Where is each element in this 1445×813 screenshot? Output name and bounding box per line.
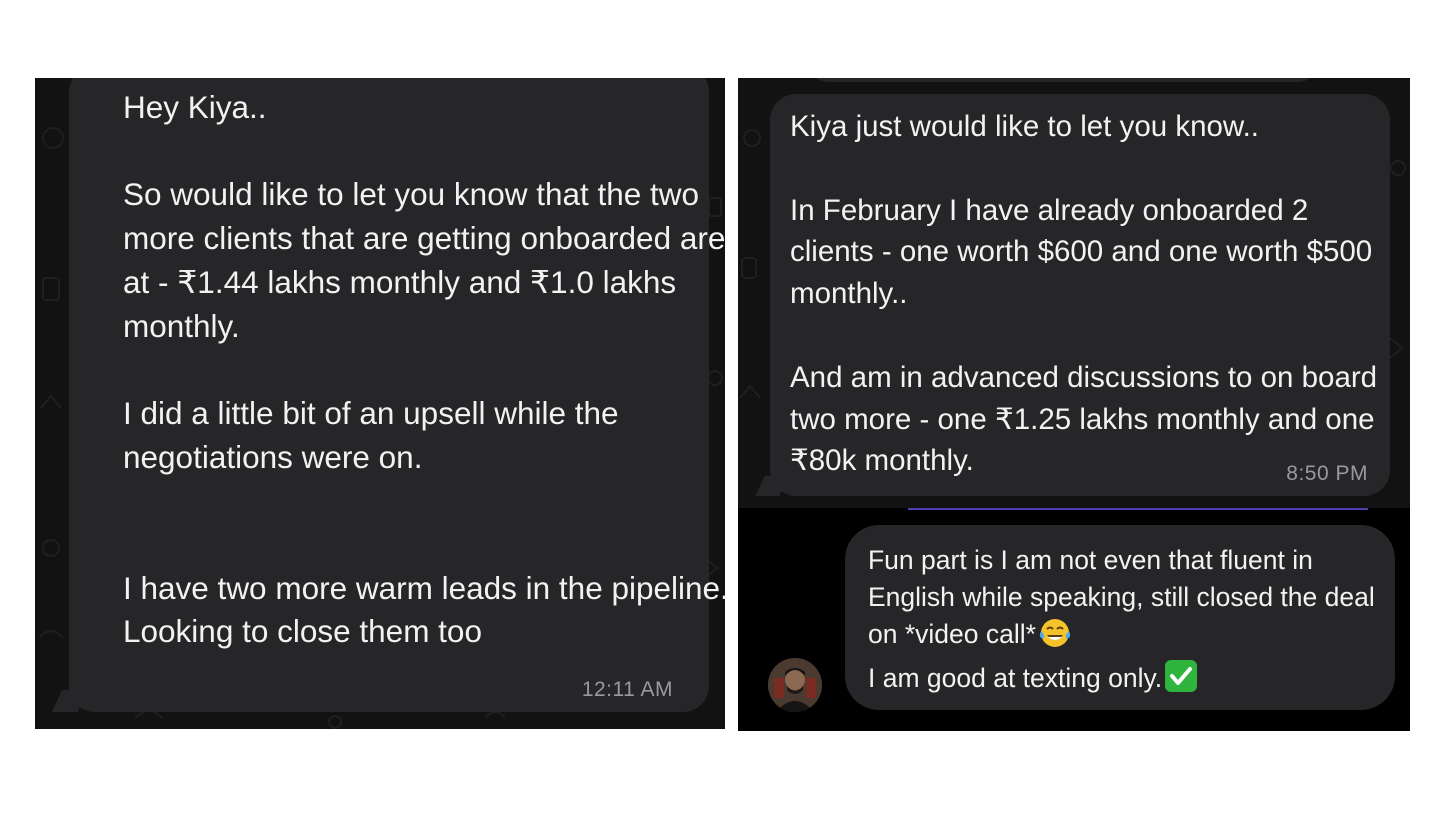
chat-panel-right-top: Kiya just would like to let you know.. I…: [738, 78, 1410, 508]
message-timestamp: 12:11 AM: [581, 678, 673, 701]
message-text: Hey Kiya.. So would like to let you know…: [123, 89, 725, 650]
message-text: Fun part is I am not even that fluent in…: [868, 542, 1383, 703]
avatar[interactable]: [768, 658, 822, 712]
message-text: Kiya just would like to let you know.. I…: [790, 110, 1378, 478]
received-message-bubble[interactable]: Kiya just would like to let you know.. I…: [755, 94, 1390, 496]
message-timestamp: 8:50 PM: [1286, 462, 1368, 485]
sent-message-bubble[interactable]: Fun part is I am not even that fluent in…: [845, 525, 1395, 710]
divider-line: [908, 508, 1368, 510]
chat-panel-left: Hey Kiya.. So would like to let you know…: [35, 78, 725, 729]
green-check-icon: [1164, 659, 1198, 703]
message-line-2: I am good at texting only.: [868, 663, 1163, 693]
chat-panel-right-bottom: Fun part is I am not even that fluent in…: [738, 508, 1410, 731]
received-message-bubble[interactable]: Hey Kiya.. So would like to let you know…: [51, 78, 725, 712]
message-line-1: Fun part is I am not even that fluent in…: [868, 545, 1383, 649]
profile-avatar-icon: [768, 658, 822, 712]
previous-message-bubble: [808, 78, 1318, 82]
laughing-tears-icon: [1038, 617, 1072, 659]
